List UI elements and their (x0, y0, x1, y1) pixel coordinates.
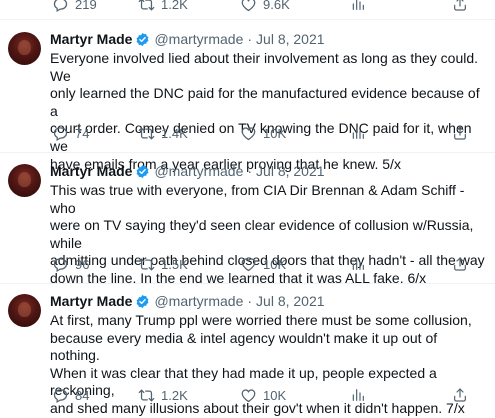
reply-count: 74 (75, 125, 90, 141)
top-action-bar: 219 1.2K 9.6K (52, 0, 472, 14)
avatar[interactable] (8, 294, 41, 327)
like-count: 9.6K (263, 0, 290, 12)
tweet-date[interactable]: Jul 8, 2021 (256, 163, 325, 179)
views-button[interactable] (350, 125, 366, 141)
views-button[interactable] (350, 387, 366, 403)
separator: · (247, 293, 253, 309)
share-icon (452, 0, 468, 12)
separator: · (247, 163, 253, 179)
retweet-button[interactable]: 1.4K (138, 125, 188, 142)
separator: · (247, 31, 253, 47)
verified-badge-icon (135, 32, 150, 47)
views-button[interactable] (350, 0, 366, 12)
share-icon (452, 387, 468, 403)
divider (0, 283, 495, 284)
reply-count: 84 (75, 387, 90, 403)
reply-button[interactable]: 96 (52, 256, 89, 273)
share-icon (452, 125, 468, 141)
tweet-header: Martyr Made @martyrmade · Jul 8, 2021 (50, 292, 325, 310)
tweet-text-line: because every media & intel agency would… (50, 329, 438, 364)
avatar[interactable] (8, 32, 41, 65)
tweet-date[interactable]: Jul 8, 2021 (256, 31, 325, 47)
tweet-text: Everyone involved lied about their invol… (50, 50, 490, 173)
tweet-text-line: This was true with everyone, from CIA Di… (50, 182, 465, 216)
like-button[interactable]: 10K (240, 256, 286, 273)
tweet-date[interactable]: Jul 8, 2021 (256, 293, 325, 309)
retweet-button[interactable]: 1.5K (138, 256, 188, 273)
tweet-text-line: were on TV saying they'd seen clear evid… (50, 217, 474, 251)
share-button[interactable] (452, 387, 468, 403)
tweet-text-line: Everyone involved lied about their invol… (50, 50, 479, 84)
views-icon (350, 256, 366, 272)
share-button[interactable] (452, 125, 468, 141)
retweet-button[interactable]: 1.2K (138, 0, 188, 13)
tweet-action-bar: 84 1.2K 10K (52, 385, 472, 405)
display-name[interactable]: Martyr Made (50, 31, 132, 47)
verified-badge-icon (135, 294, 150, 309)
tweet-action-bar: 96 1.5K 10K (52, 254, 472, 274)
handle[interactable]: @martyrmade (154, 293, 243, 309)
views-button[interactable] (350, 256, 366, 272)
share-button[interactable] (452, 256, 468, 272)
handle[interactable]: @martyrmade (154, 163, 243, 179)
retweet-icon (138, 256, 155, 273)
reply-button[interactable]: 74 (52, 125, 89, 142)
like-button[interactable]: 10K (240, 387, 286, 404)
display-name[interactable]: Martyr Made (50, 163, 132, 179)
retweet-count: 1.5K (161, 256, 188, 272)
like-icon (240, 256, 257, 273)
retweet-icon (138, 0, 155, 13)
reply-icon (52, 125, 69, 142)
views-icon (350, 125, 366, 141)
like-icon (240, 0, 257, 13)
retweet-count: 1.2K (161, 387, 188, 403)
divider (0, 19, 495, 20)
reply-icon (52, 387, 69, 404)
retweet-icon (138, 387, 155, 404)
tweet-header: Martyr Made @martyrmade · Jul 8, 2021 (50, 162, 325, 180)
reply-icon (52, 0, 69, 13)
share-button[interactable] (452, 0, 468, 12)
verified-badge-icon (135, 164, 150, 179)
tweet-header: Martyr Made @martyrmade · Jul 8, 2021 (50, 30, 325, 48)
display-name[interactable]: Martyr Made (50, 293, 132, 309)
like-button[interactable]: 9.6K (240, 0, 290, 13)
retweet-count: 1.2K (161, 0, 188, 12)
retweet-button[interactable]: 1.2K (138, 387, 188, 404)
like-icon (240, 387, 257, 404)
divider (0, 152, 495, 153)
reply-button[interactable]: 219 (52, 0, 97, 13)
like-button[interactable]: 10K (240, 125, 286, 142)
tweet-action-bar: 74 1.4K 10K (52, 123, 472, 143)
like-icon (240, 125, 257, 142)
like-count: 10K (263, 256, 287, 272)
share-icon (452, 256, 468, 272)
retweet-count: 1.4K (161, 125, 188, 141)
views-icon (350, 387, 366, 403)
reply-count: 219 (75, 0, 97, 12)
like-count: 10K (263, 125, 287, 141)
like-count: 10K (263, 387, 287, 403)
avatar[interactable] (8, 164, 41, 197)
tweet-text-line: At first, many Trump ppl were worried th… (50, 312, 472, 328)
handle[interactable]: @martyrmade (154, 31, 243, 47)
retweet-icon (138, 125, 155, 142)
reply-count: 96 (75, 256, 90, 272)
reply-button[interactable]: 84 (52, 387, 89, 404)
tweet-text-line: only learned the DNC paid for the manufa… (50, 85, 480, 119)
reply-icon (52, 256, 69, 273)
views-icon (350, 0, 366, 12)
